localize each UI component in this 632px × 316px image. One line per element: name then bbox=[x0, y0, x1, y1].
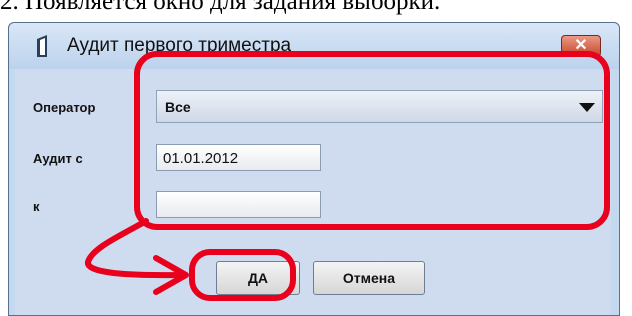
audit-to-label: к bbox=[33, 199, 40, 214]
document-caption: 2. Появляется окно для задания выборки. bbox=[0, 0, 441, 15]
close-icon: ✕ bbox=[574, 37, 588, 54]
chevron-down-icon[interactable] bbox=[579, 103, 595, 112]
operator-select[interactable]: Все bbox=[156, 90, 603, 123]
app-icon bbox=[37, 35, 47, 57]
title-bar[interactable]: Аудит первого триместра ✕ bbox=[9, 23, 619, 69]
ok-button[interactable]: ДА bbox=[216, 261, 300, 295]
audit-to-field[interactable] bbox=[156, 191, 321, 218]
audit-from-field[interactable]: 01.01.2012 bbox=[156, 144, 321, 171]
close-button[interactable]: ✕ bbox=[561, 35, 601, 57]
operator-label: Оператор bbox=[33, 100, 96, 115]
cancel-button[interactable]: Отмена bbox=[313, 261, 425, 295]
dialog-body: Оператор Все Аудит с 01.01.2012 к ДА Отм… bbox=[15, 69, 611, 315]
dialog-window: Аудит первого триместра ✕ Оператор Все А… bbox=[8, 22, 620, 316]
audit-from-label: Аудит с bbox=[33, 151, 83, 166]
window-title: Аудит первого триместра bbox=[67, 35, 292, 56]
operator-value: Все bbox=[165, 99, 191, 115]
